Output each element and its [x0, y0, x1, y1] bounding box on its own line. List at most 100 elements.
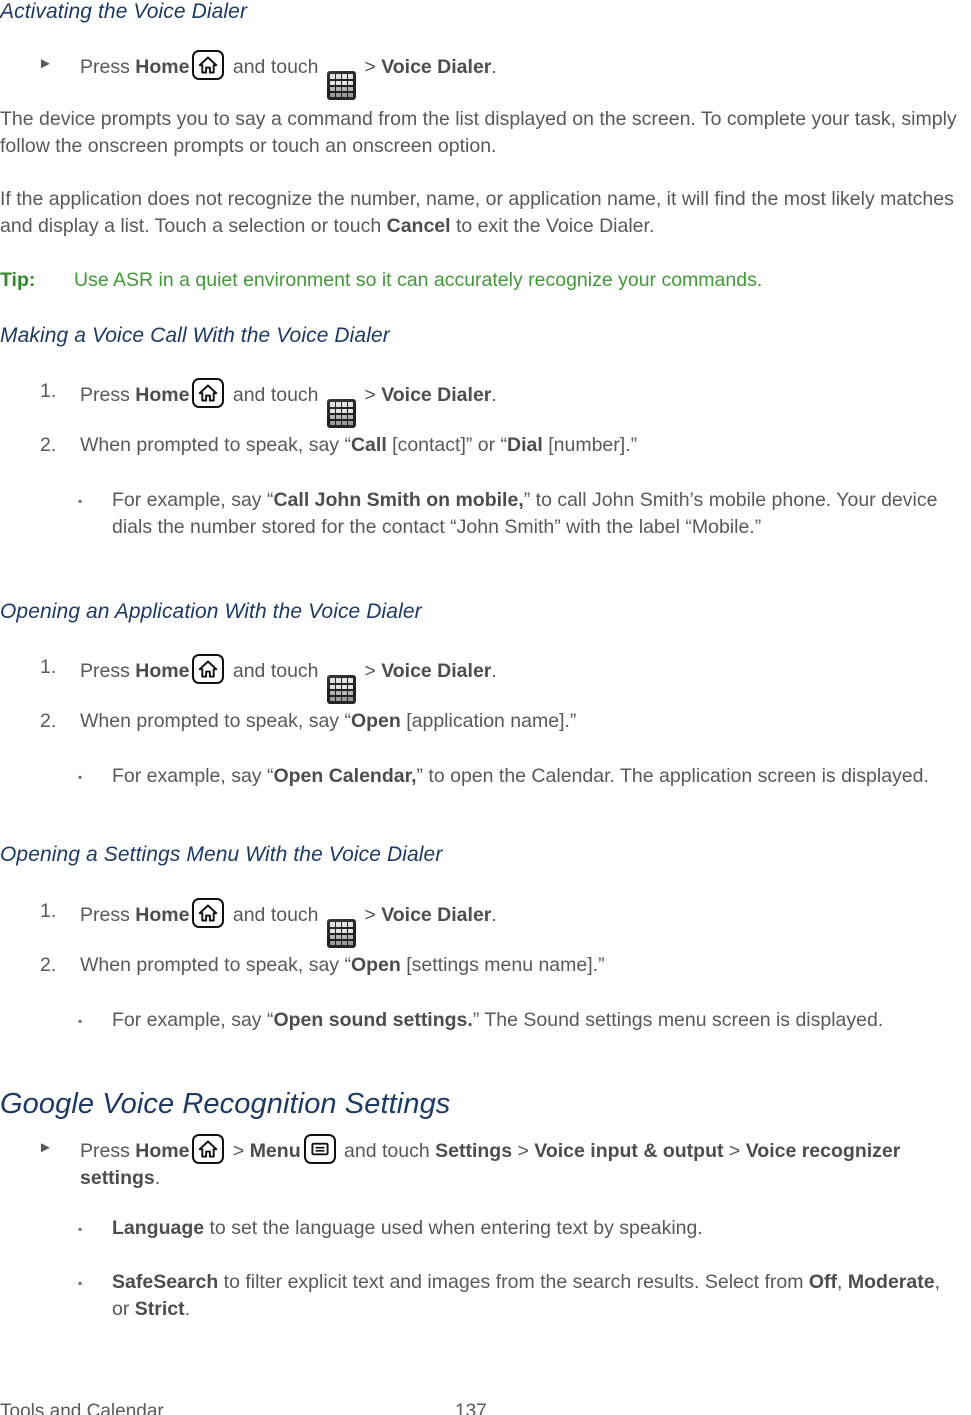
- list-number-marker: 2.: [40, 954, 57, 976]
- list-item-text: For example, say “Open sound settings.” …: [112, 1007, 971, 1035]
- heading-opening-a-settings-menu: Opening a Settings Menu With the Voice D…: [0, 843, 443, 866]
- step-separator-3: >: [723, 1140, 746, 1162]
- list-item-text: When prompted to speak, say “Open [setti…: [80, 952, 971, 979]
- square-bullet-marker: ▪: [78, 1222, 83, 1236]
- step-text-pre: When prompted to speak, say “: [80, 434, 351, 456]
- step-text-separator: >: [358, 660, 382, 682]
- bold-cancel-label: Cancel: [386, 215, 451, 237]
- bold-settings-label: Settings: [435, 1140, 513, 1162]
- bold-home-label: Home: [135, 56, 190, 78]
- home-key-icon: [192, 898, 225, 928]
- heading-google-voice-recognition-settings: Google Voice Recognition Settings: [0, 1088, 451, 1120]
- bold-voice-dialer-label: Voice Dialer: [381, 56, 492, 78]
- list-item-opening-settings-example: ▪ For example, say “Open sound settings.…: [0, 1007, 971, 1035]
- step-text-mid: and touch: [338, 1140, 436, 1162]
- bold-voice-dialer-label: Voice Dialer: [381, 904, 492, 926]
- apps-grid-icon: [326, 399, 356, 429]
- example-text-pre: For example, say “: [112, 489, 274, 511]
- bold-voice-input-output-label: Voice input & output: [534, 1140, 724, 1162]
- example-text-post: ” to open the Calendar. The application …: [416, 765, 929, 787]
- step-text-mid: [contact]” or “: [386, 434, 508, 456]
- step-text-mid: and touch: [227, 660, 324, 682]
- square-bullet-marker: ▪: [78, 494, 83, 508]
- bold-safesearch-option: SafeSearch: [112, 1271, 219, 1293]
- tip-callout: Tip: Use ASR in a quiet environment so i…: [0, 267, 960, 294]
- list-item-opening-settings-step-2: 2. When prompted to speak, say “Open [se…: [0, 952, 971, 979]
- step-text-mid: and touch: [227, 904, 324, 926]
- tip-label: Tip:: [0, 269, 36, 291]
- home-key-icon: [192, 654, 225, 684]
- list-item-opening-app-example: ▪ For example, say “Open Calendar,” to o…: [0, 763, 971, 791]
- tip-text: Use ASR in a quiet environment so it can…: [74, 269, 763, 291]
- step-text-separator: >: [358, 384, 382, 406]
- home-key-icon: [192, 378, 225, 408]
- bold-moderate-value: Moderate: [847, 1271, 935, 1293]
- bold-home-label: Home: [135, 660, 190, 682]
- step-text-pre: Press: [80, 904, 136, 926]
- list-item-making-call-example: ▪ For example, say “Call John Smith on m…: [0, 487, 971, 541]
- example-text-pre: For example, say “: [112, 765, 274, 787]
- list-item-opening-app-step-1: 1. Press Home and touch > Voice Dialer.: [0, 654, 971, 705]
- document-page: Activating the Voice Dialer ► Press Home…: [0, 0, 971, 1415]
- example-text-pre: For example, say “: [112, 1009, 274, 1031]
- heading-opening-an-application: Opening an Application With the Voice Di…: [0, 600, 422, 623]
- bold-dial-keyword: Dial: [507, 434, 543, 456]
- apps-grid-icon: [326, 919, 356, 949]
- apps-grid-icon: [326, 71, 356, 101]
- bold-off-value: Off: [808, 1271, 838, 1293]
- heading-making-a-voice-call: Making a Voice Call With the Voice Diale…: [0, 324, 390, 347]
- step-text-end: [settings menu name].”: [400, 954, 605, 976]
- step-text-pre: Press: [80, 1140, 136, 1162]
- apps-grid-icon: [326, 675, 356, 705]
- step-text-pre: Press: [80, 56, 136, 78]
- bold-voice-dialer-label: Voice Dialer: [381, 384, 492, 406]
- paragraph-device-prompts: The device prompts you to say a command …: [0, 108, 957, 157]
- square-bullet-marker: ▪: [78, 1014, 83, 1028]
- bold-voice-dialer-label: Voice Dialer: [381, 660, 492, 682]
- list-item-making-call-step-2: 2. When prompted to speak, say “Call [co…: [0, 432, 971, 459]
- step-text-separator: >: [358, 56, 382, 78]
- step-text-end: .: [491, 904, 497, 926]
- bold-open-calendar: Open Calendar,: [273, 765, 417, 787]
- list-item-activating-step: ► Press Home and touch > Voice Dialer.: [0, 50, 971, 101]
- bold-home-label: Home: [135, 384, 190, 406]
- paragraph-not-recognized: If the application does not recognize th…: [0, 186, 960, 240]
- bold-menu-label: Menu: [249, 1140, 301, 1162]
- list-item-text: Press Home and touch > Voice Dialer.: [80, 898, 971, 949]
- step-text-separator: >: [358, 904, 382, 926]
- list-item-text: When prompted to speak, say “Call [conta…: [80, 432, 971, 459]
- list-item-language-option: ▪ Language to set the language used when…: [0, 1215, 971, 1243]
- value-separator-1: ,: [837, 1271, 848, 1293]
- paragraph-text-b: to exit the Voice Dialer.: [450, 215, 655, 237]
- list-item-text: When prompted to speak, say “Open [appli…: [80, 708, 971, 735]
- step-text-pre: When prompted to speak, say “: [80, 710, 351, 732]
- bold-home-label: Home: [135, 904, 190, 926]
- list-item-text: For example, say “Call John Smith on mob…: [112, 487, 971, 541]
- bold-strict-value: Strict: [134, 1298, 185, 1320]
- bold-language-option: Language: [112, 1217, 205, 1239]
- heading-activating-the-voice-dialer: Activating the Voice Dialer: [0, 0, 248, 23]
- square-bullet-marker: ▪: [78, 770, 83, 784]
- list-item-text: Press Home and touch > Voice Dialer.: [80, 378, 971, 429]
- step-text-pre: Press: [80, 660, 136, 682]
- bold-call-john-smith: Call John Smith on mobile,: [273, 489, 524, 511]
- list-item-opening-settings-step-1: 1. Press Home and touch > Voice Dialer.: [0, 898, 971, 949]
- footer-page-number: 137: [455, 1401, 487, 1415]
- safesearch-end: .: [184, 1298, 191, 1320]
- list-item-google-voice-step: ► Press Home > Menu and touch Settings >…: [0, 1134, 971, 1192]
- step-text-end: .: [154, 1167, 161, 1189]
- list-item-opening-app-step-2: 2. When prompted to speak, say “Open [ap…: [0, 708, 971, 735]
- list-item-text: Language to set the language used when e…: [112, 1215, 971, 1243]
- list-number-marker: 1.: [40, 380, 57, 402]
- step-text-end: [number].”: [542, 434, 638, 456]
- list-number-marker: 2.: [40, 434, 57, 456]
- home-key-icon: [192, 1134, 225, 1164]
- example-text-post: ” The Sound settings menu screen is disp…: [472, 1009, 884, 1031]
- bold-open-keyword: Open: [350, 954, 401, 976]
- step-text-end: [application name].”: [400, 710, 577, 732]
- step-text-end: .: [491, 56, 497, 78]
- home-key-icon: [192, 50, 225, 80]
- list-item-text: SafeSearch to filter explicit text and i…: [112, 1269, 971, 1323]
- list-number-marker: 1.: [40, 900, 57, 922]
- step-text-mid: and touch: [227, 56, 324, 78]
